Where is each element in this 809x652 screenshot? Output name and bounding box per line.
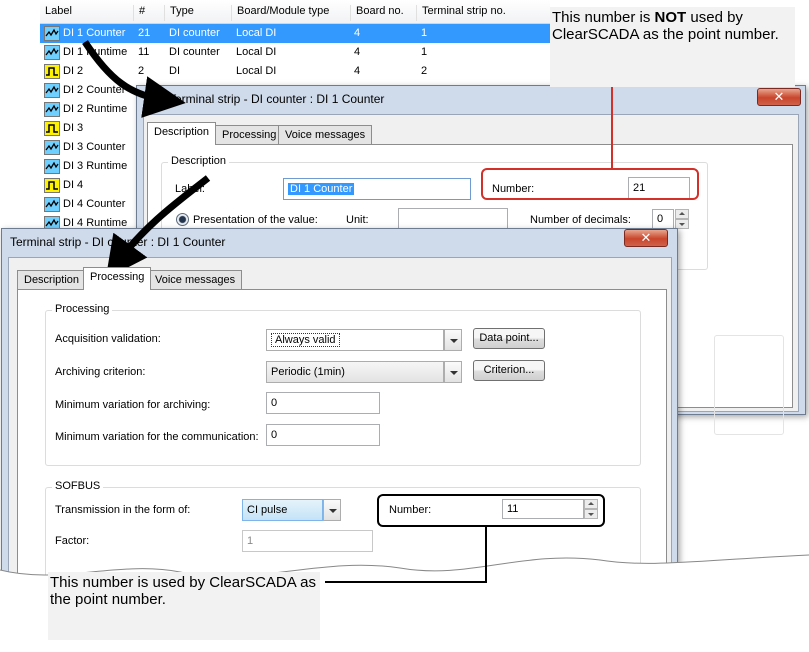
top-note: This number is NOT used by ClearSCADA as… <box>550 7 795 87</box>
top-note-bold: NOT <box>654 9 687 26</box>
top-note-pre: This number is <box>552 9 655 26</box>
arrows-layer <box>82 40 613 583</box>
arrow-to-back-window-icon <box>82 40 186 118</box>
connector-line-bottom <box>325 527 487 583</box>
arrow-to-processing-tab-icon <box>105 175 211 279</box>
tab-processing[interactable]: Processing <box>83 267 152 290</box>
tab-description[interactable]: Description <box>147 122 217 145</box>
bottom-note: This number is used by ClearSCADA as the… <box>48 572 320 640</box>
